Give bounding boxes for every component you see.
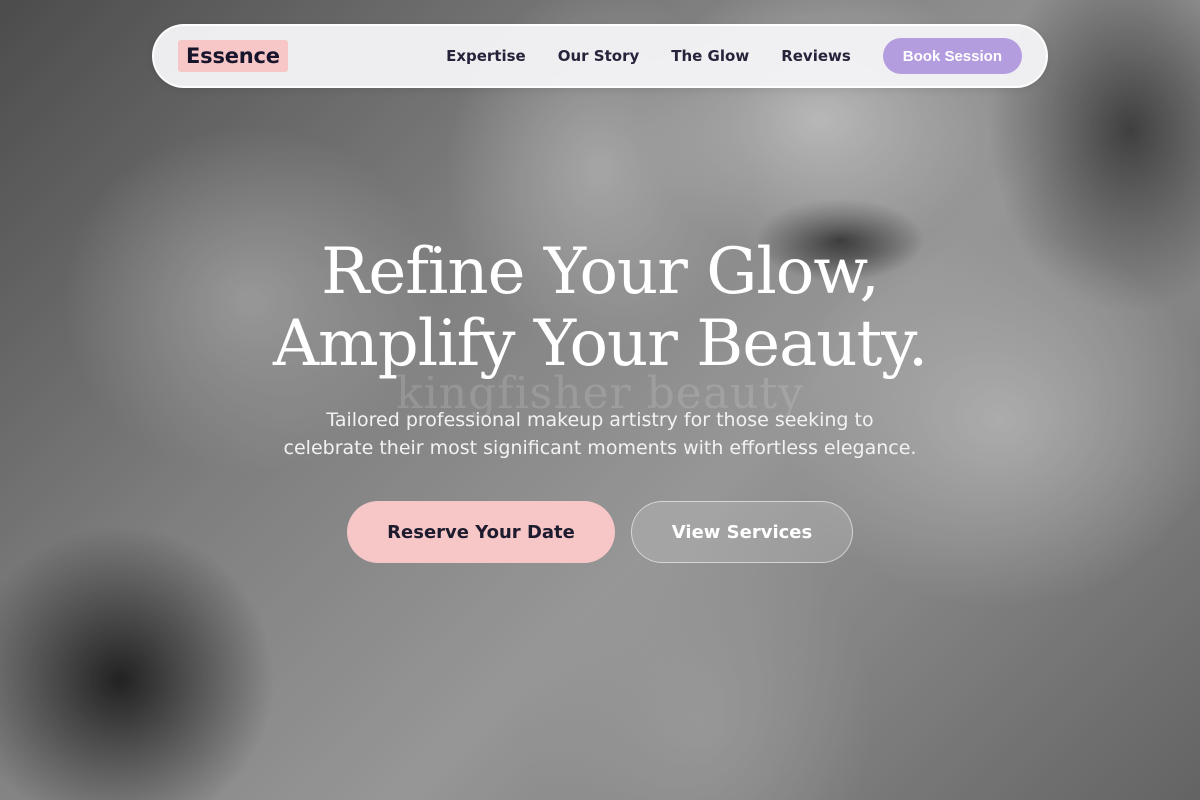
- nav-link-expertise[interactable]: Expertise: [446, 47, 526, 65]
- brand-logo[interactable]: Essence: [178, 40, 288, 72]
- nav-link-reviews[interactable]: Reviews: [781, 47, 851, 65]
- hero-actions: Reserve Your Date View Services: [347, 501, 853, 563]
- nav-link-our-story[interactable]: Our Story: [558, 47, 640, 65]
- hero-title-line-1: Refine Your Glow,: [321, 235, 880, 309]
- nav-link-the-glow[interactable]: The Glow: [671, 47, 749, 65]
- hero-subtitle-line-1: Tailored professional makeup artistry fo…: [326, 409, 874, 431]
- view-services-button[interactable]: View Services: [631, 501, 853, 563]
- hero-subtitle-line-2: celebrate their most significant moments…: [283, 437, 917, 459]
- hero-subtitle: Tailored professional makeup artistry fo…: [0, 406, 1200, 462]
- book-session-button[interactable]: Book Session: [882, 38, 1022, 74]
- nav-links: Expertise Our Story The Glow Reviews Boo…: [446, 38, 1022, 74]
- hero-title: Refine Your Glow, Amplify Your Beauty.: [0, 236, 1200, 380]
- reserve-date-button[interactable]: Reserve Your Date: [347, 501, 615, 563]
- navbar: Essence Expertise Our Story The Glow Rev…: [152, 24, 1048, 88]
